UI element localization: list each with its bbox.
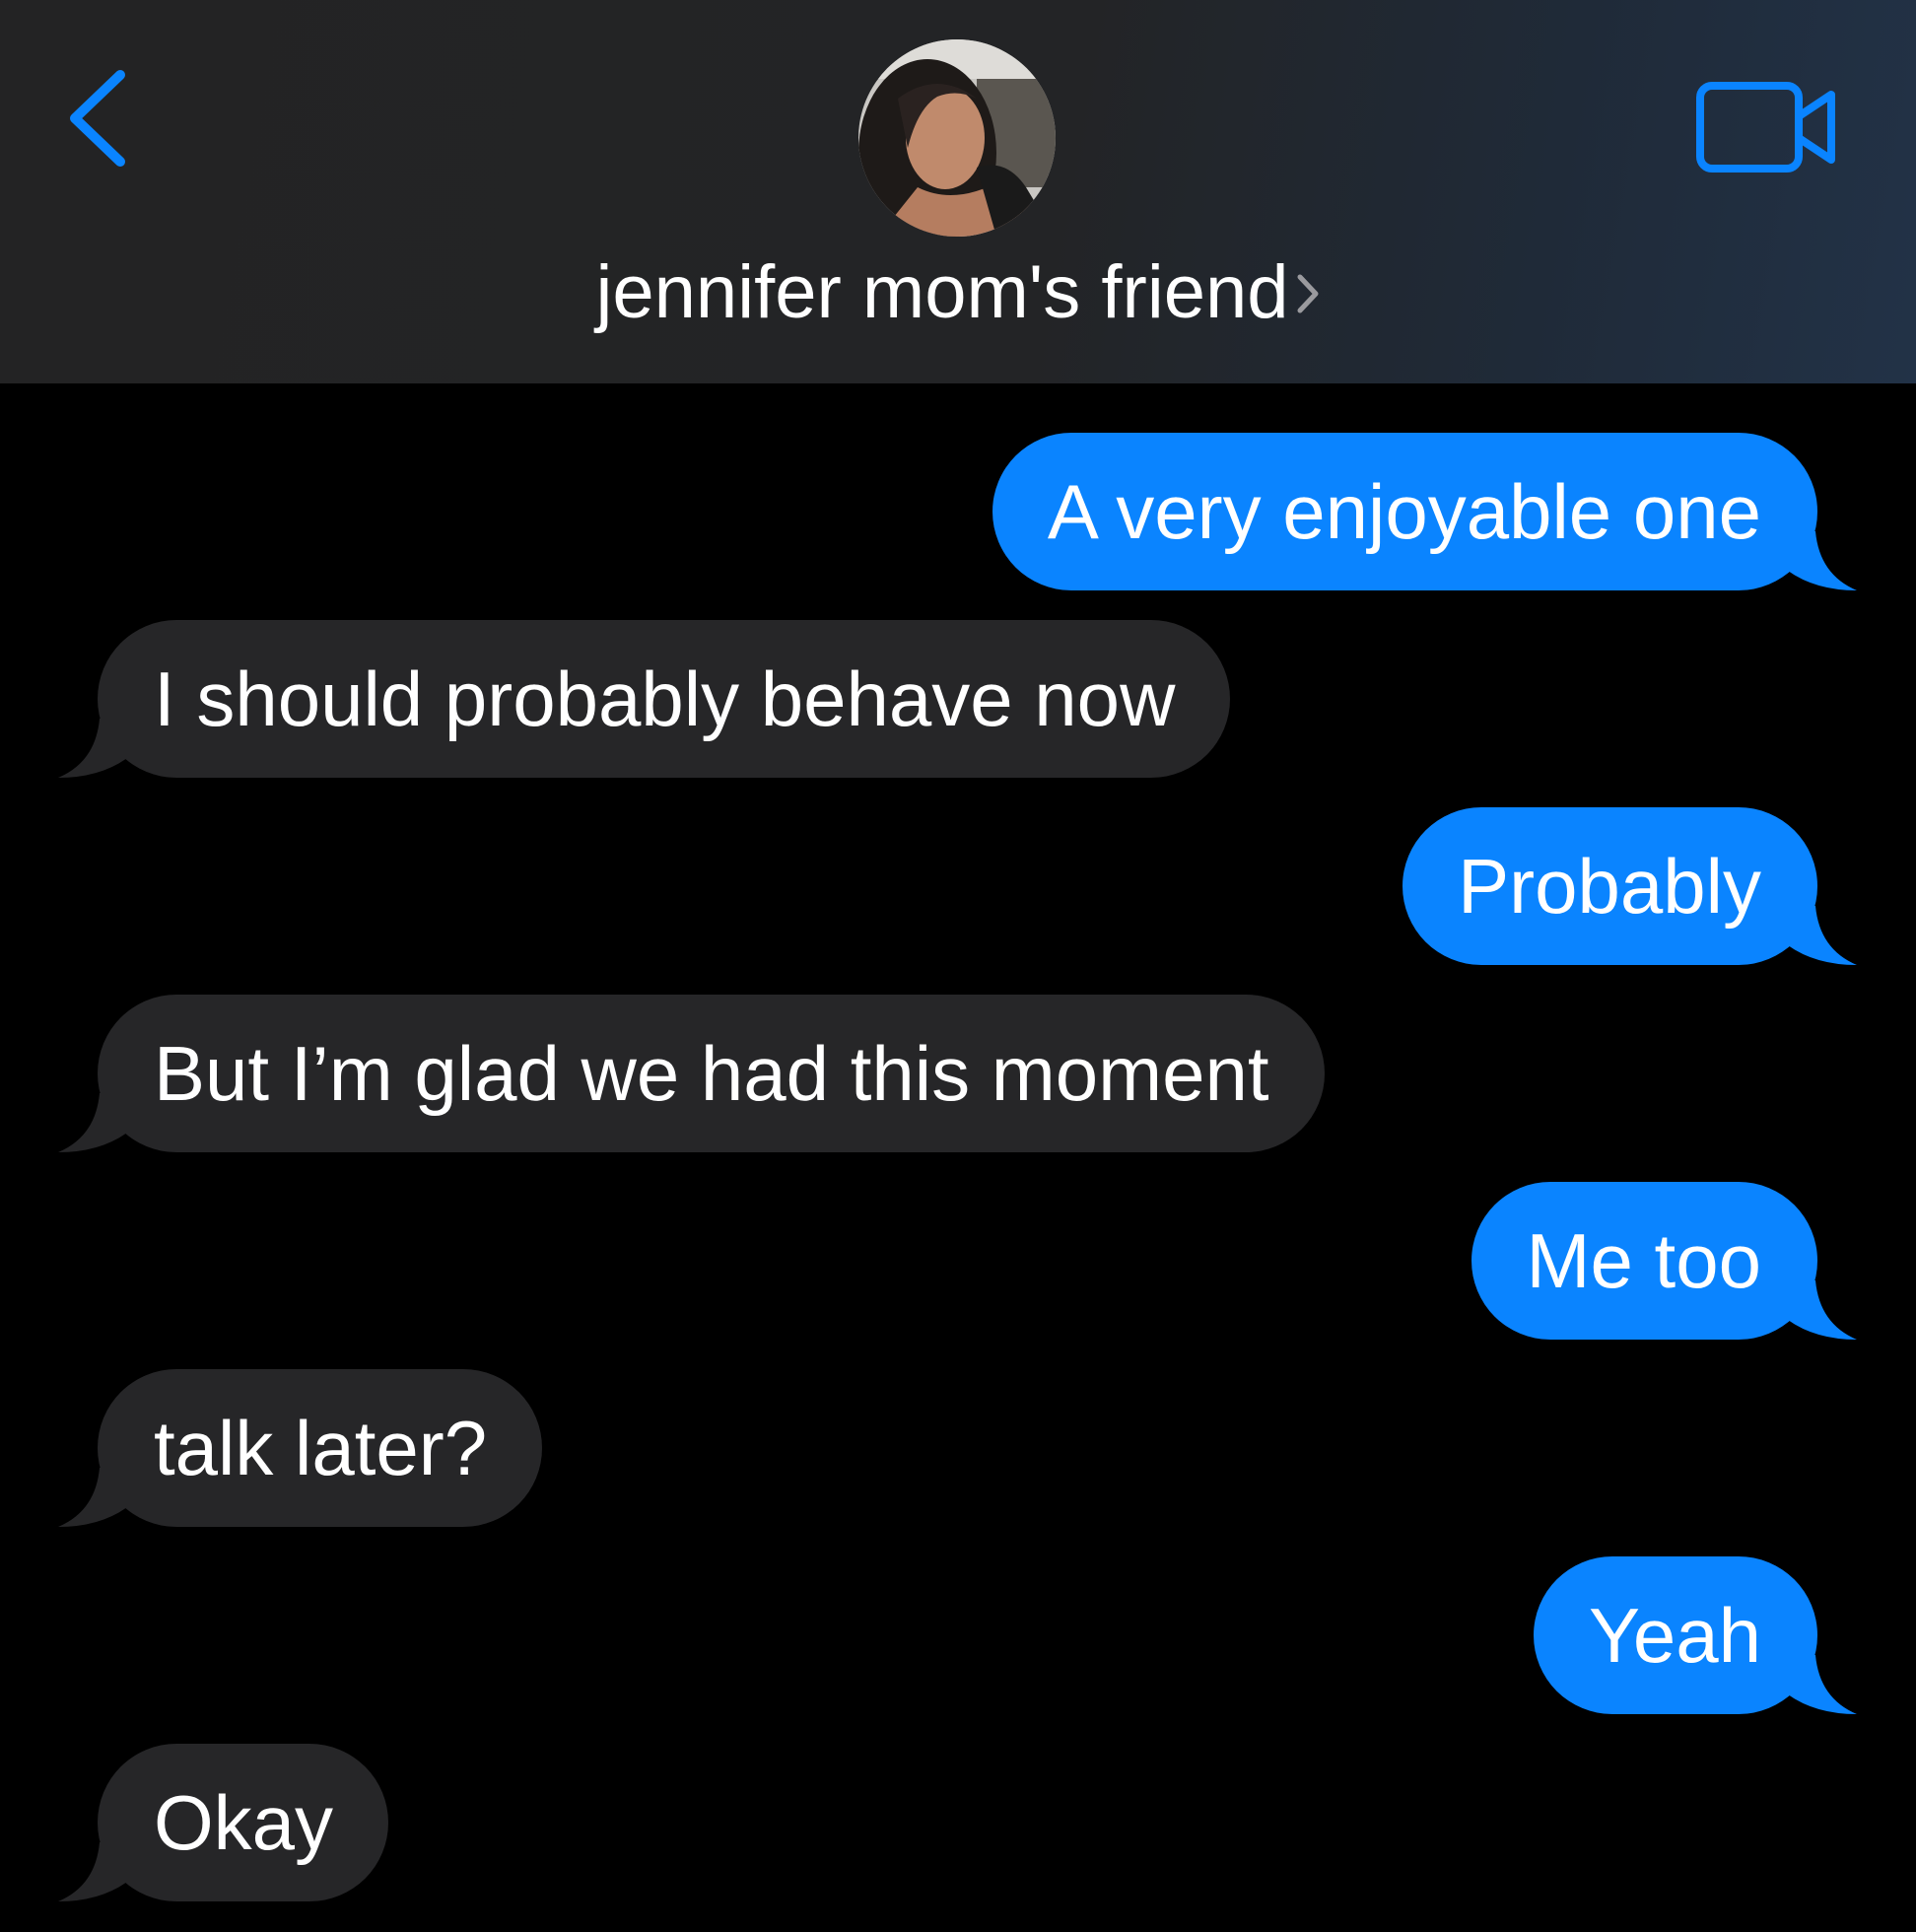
- bubble-tail: [58, 1842, 127, 1901]
- incoming-message[interactable]: talk later?: [58, 1369, 543, 1527]
- outgoing-message[interactable]: Me too: [1471, 1182, 1857, 1340]
- incoming-message[interactable]: I should probably behave now: [58, 620, 1231, 778]
- back-button[interactable]: [57, 61, 146, 179]
- message-list: A very enjoyable one I should probably b…: [0, 383, 1916, 1932]
- video-camera-icon: [1696, 82, 1835, 172]
- incoming-message[interactable]: Okay: [58, 1744, 389, 1901]
- bubble-tail: [1788, 531, 1857, 590]
- chevron-right-icon: [1297, 274, 1318, 313]
- bubble-tail: [58, 719, 127, 778]
- bubble-tail: [1788, 1280, 1857, 1340]
- message-text: Yeah: [1588, 1592, 1761, 1679]
- outgoing-message[interactable]: Probably: [1403, 807, 1857, 965]
- message-text: I should probably behave now: [154, 656, 1176, 742]
- video-call-button[interactable]: [1693, 79, 1841, 177]
- bubble-tail: [58, 1093, 127, 1152]
- message-text: But I’m glad we had this moment: [154, 1030, 1269, 1117]
- chevron-left-icon: [70, 70, 125, 167]
- conversation-header: jennifer mom's friend: [0, 0, 1916, 383]
- outgoing-message[interactable]: Yeah: [1533, 1556, 1857, 1714]
- bubble-tail: [1788, 906, 1857, 965]
- message-text: talk later?: [154, 1405, 488, 1491]
- bubble-tail: [1788, 1655, 1857, 1714]
- avatar-photo: [858, 39, 1056, 237]
- message-text: Okay: [154, 1779, 334, 1866]
- message-text: Me too: [1526, 1217, 1761, 1304]
- bubble-tail: [58, 1468, 127, 1527]
- outgoing-message[interactable]: A very enjoyable one: [992, 433, 1857, 590]
- message-text: Probably: [1458, 843, 1761, 930]
- contact-avatar[interactable]: [858, 39, 1056, 237]
- incoming-message[interactable]: But I’m glad we had this moment: [58, 995, 1325, 1152]
- contact-name-button[interactable]: jennifer mom's friend: [0, 248, 1916, 337]
- contact-name: jennifer mom's friend: [595, 250, 1289, 334]
- message-text: A very enjoyable one: [1047, 468, 1761, 555]
